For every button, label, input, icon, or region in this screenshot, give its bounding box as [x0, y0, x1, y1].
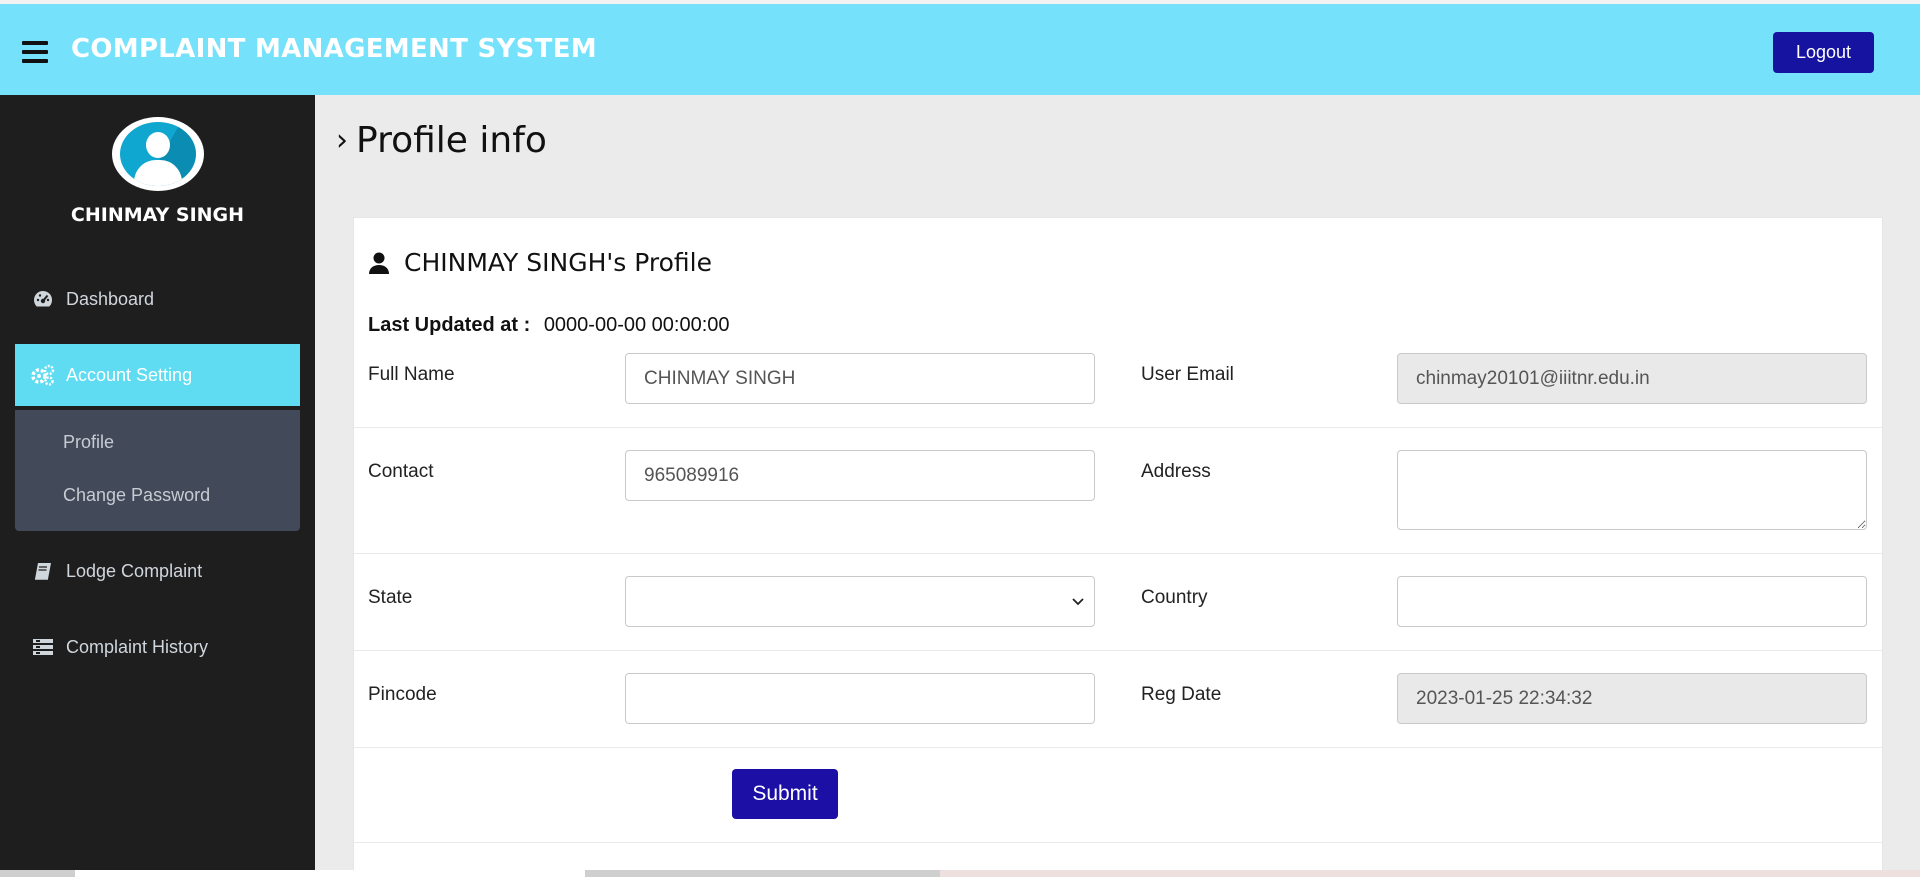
user-email-label: User Email	[1141, 364, 1234, 385]
user-avatar-icon	[120, 122, 196, 186]
contact-input[interactable]	[625, 450, 1095, 501]
sidebar-user-name: CHINMAY SINGH	[70, 204, 245, 226]
sidebar-item-label: Complaint History	[66, 636, 209, 657]
state-select[interactable]	[625, 576, 1095, 627]
bottom-strip	[0, 870, 1920, 877]
page-title-text: Profile info	[356, 120, 547, 161]
sidebar-item-complaint-history[interactable]: Complaint History	[15, 616, 300, 678]
profile-heading: CHINMAY SINGH's Profile	[368, 248, 712, 277]
user-email-input[interactable]	[1397, 353, 1867, 404]
country-input[interactable]	[1397, 576, 1867, 627]
avatar	[112, 117, 204, 191]
dashboard-gauge-icon	[30, 288, 56, 310]
row-divider	[354, 650, 1882, 651]
sidebar-item-lodge-complaint[interactable]: Lodge Complaint	[15, 540, 300, 602]
hamburger-menu-icon[interactable]	[22, 41, 48, 63]
contact-label: Contact	[368, 461, 434, 482]
submenu-item-change-password[interactable]: Change Password	[63, 485, 210, 506]
full-name-input[interactable]	[625, 353, 1095, 404]
row-divider	[354, 553, 1882, 554]
pincode-label: Pincode	[368, 684, 437, 705]
sidebar-item-label: Account Setting	[66, 364, 193, 385]
sidebar-item-dashboard[interactable]: Dashboard	[15, 268, 300, 330]
row-divider	[354, 427, 1882, 428]
account-setting-submenu: Profile Change Password	[15, 410, 300, 531]
reg-date-label: Reg Date	[1141, 684, 1222, 705]
book-icon	[30, 560, 56, 582]
logout-button[interactable]: Logout	[1773, 32, 1874, 73]
sidebar-item-label: Lodge Complaint	[66, 560, 203, 581]
country-label: Country	[1141, 587, 1208, 608]
submit-button[interactable]: Submit	[732, 769, 838, 819]
address-label: Address	[1141, 461, 1211, 482]
profile-panel: CHINMAY SINGH's Profile Last Updated at …	[353, 217, 1883, 877]
row-divider	[354, 842, 1882, 843]
sidebar: CHINMAY SINGH Dashboard Account Setting …	[0, 95, 315, 877]
full-name-label: Full Name	[368, 364, 455, 385]
chevron-down-icon	[1070, 593, 1086, 609]
gears-icon	[30, 364, 56, 386]
last-updated-label: Last Updated at :	[368, 314, 531, 336]
sidebar-item-account-setting[interactable]: Account Setting	[15, 344, 300, 406]
sidebar-item-label: Dashboard	[66, 288, 155, 309]
user-icon	[368, 251, 390, 275]
app-title: COMPLAINT MANAGEMENT SYSTEM	[71, 34, 597, 64]
page-title: › Profile info	[336, 120, 547, 161]
top-header: COMPLAINT MANAGEMENT SYSTEM Logout	[0, 4, 1920, 95]
last-updated: Last Updated at : 0000-00-00 00:00:00	[368, 314, 730, 337]
address-textarea[interactable]	[1397, 450, 1867, 530]
reg-date-input[interactable]	[1397, 673, 1867, 724]
pincode-input[interactable]	[625, 673, 1095, 724]
list-icon	[30, 636, 56, 658]
row-divider	[354, 747, 1882, 748]
state-label: State	[368, 587, 413, 608]
profile-heading-text: CHINMAY SINGH's Profile	[404, 248, 712, 277]
submenu-item-profile[interactable]: Profile	[63, 432, 114, 453]
last-updated-value: 0000-00-00 00:00:00	[543, 314, 730, 336]
chevron-right-icon: ›	[336, 123, 348, 158]
